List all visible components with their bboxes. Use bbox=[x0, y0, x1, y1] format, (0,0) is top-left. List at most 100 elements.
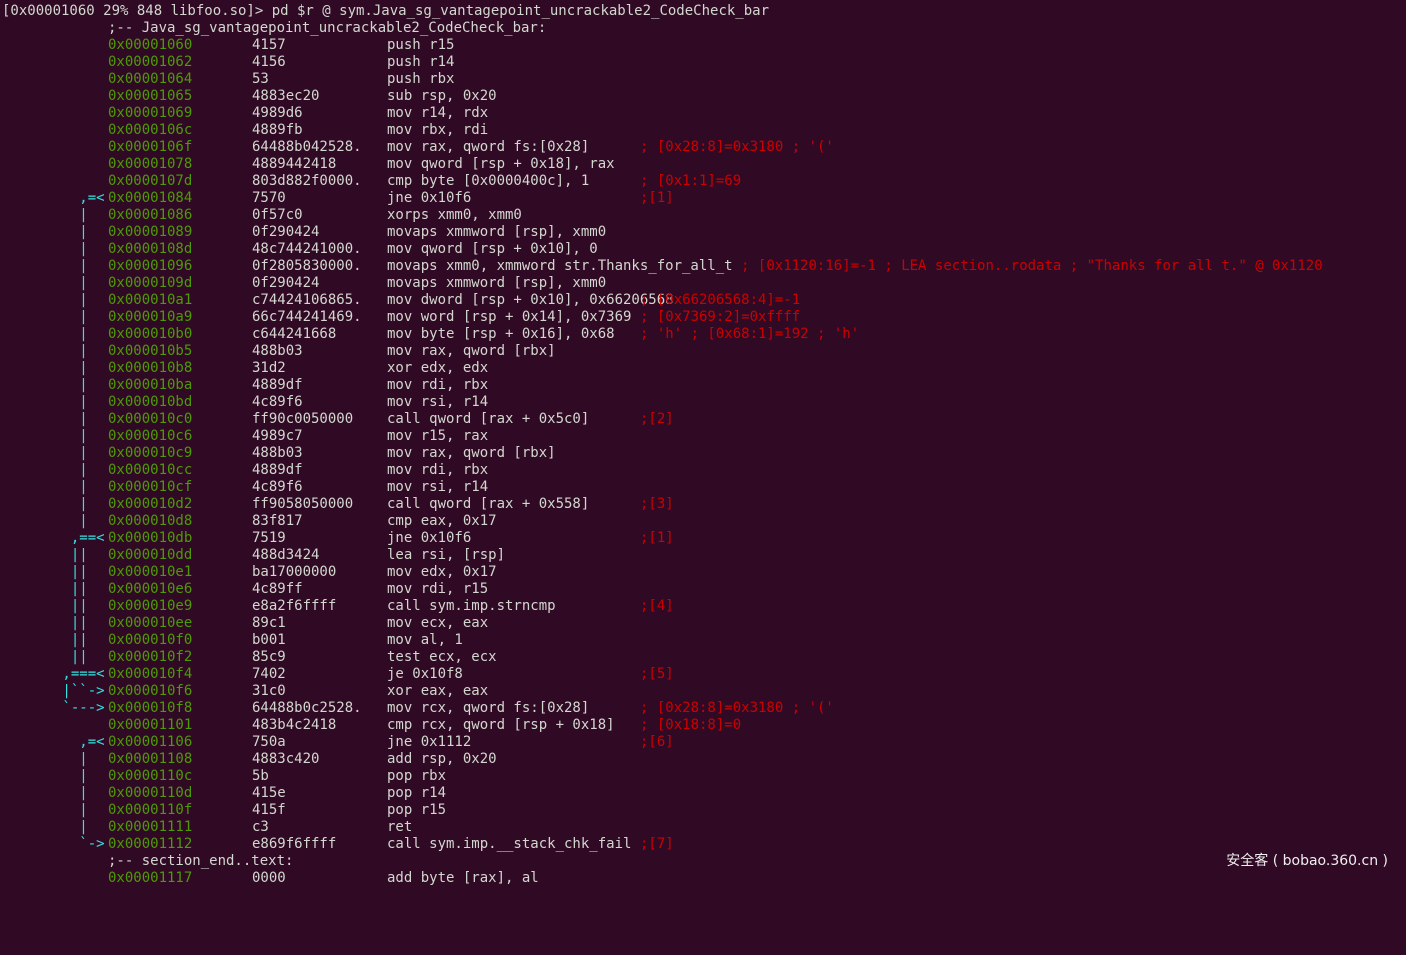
instruction-address: 0x000010d8 bbox=[108, 513, 193, 529]
instruction-bytes: 4156 bbox=[252, 54, 286, 70]
disasm-row: || 0x000010dd 488d3424 lea rsi, [rsp] bbox=[0, 547, 1406, 564]
instruction-bytes: 4c89ff bbox=[252, 581, 303, 597]
instruction-address: 0x000010b0 bbox=[108, 326, 193, 342]
instruction-bytes: 488d3424 bbox=[252, 547, 320, 563]
instruction-comment: ;[7] bbox=[640, 836, 674, 852]
disasm-row: ,==< 0x000010db 7519 jne 0x10f6 ;[1] bbox=[0, 530, 1406, 547]
instruction-address: 0x00001065 bbox=[108, 88, 193, 104]
disasm-row: | 0x000010ba 4889df mov rdi, rbx bbox=[0, 377, 1406, 394]
instruction-address: 0x000010e6 bbox=[108, 581, 193, 597]
flow-arrow: | bbox=[54, 802, 88, 818]
instruction-address: 0x000010f8 bbox=[108, 700, 193, 716]
disasm-row: | 0x0000109d 0f290424 movaps xmmword [rsp],… bbox=[0, 275, 1406, 292]
instruction-text: pop r14 bbox=[387, 785, 447, 801]
instruction-bytes: 31c0 bbox=[252, 683, 286, 699]
instruction-text: movaps xmmword [rsp], xmm0 bbox=[387, 275, 607, 291]
instruction-comment: ; [0x1120:16]=-1 ; LEA section..rodata ;… bbox=[741, 258, 1323, 274]
disasm-row: | 0x000010a9 66c744241469. mov word [rsp + … bbox=[0, 309, 1406, 326]
disasm-row: 0x0000106c 4889fb mov rbx, rdi bbox=[0, 122, 1406, 139]
disasm-row: | 0x00001086 0f57c0 xorps xmm0, xmm0 bbox=[0, 207, 1406, 224]
disasm-row: | 0x000010d8 83f817 cmp eax, 0x17 bbox=[0, 513, 1406, 530]
flow-arrow: | bbox=[54, 224, 88, 240]
r2-prompt: [0x00001060 29% 848 libfoo.so]> pd $r @ … bbox=[2, 3, 770, 19]
flow-arrow: | bbox=[54, 768, 88, 784]
disasm-row: | 0x0000110c 5b pop rbx bbox=[0, 768, 1406, 785]
instruction-address: 0x000010cf bbox=[108, 479, 193, 495]
instruction-address: 0x00001111 bbox=[108, 819, 193, 835]
instruction-text: mov word [rsp + 0x14], 0x7369 bbox=[387, 309, 632, 325]
instruction-comment: ;[1] bbox=[640, 530, 674, 546]
instruction-address: 0x0000106c bbox=[108, 122, 193, 138]
instruction-text: mov qword [rsp + 0x18], rax bbox=[387, 156, 615, 172]
disasm-row: | 0x000010d2 ff9058050000 call qword [rax +… bbox=[0, 496, 1406, 513]
instruction-text: call sym.imp.strncmp bbox=[387, 598, 556, 614]
flow-arrow: || bbox=[54, 632, 88, 648]
instruction-text: cmp rcx, qword [rsp + 0x18] bbox=[387, 717, 615, 733]
instruction-text: mov qword [rsp + 0x10], 0 bbox=[387, 241, 598, 257]
instruction-address: 0x000010cc bbox=[108, 462, 193, 478]
disasm-row: | 0x00001111 c3 ret bbox=[0, 819, 1406, 836]
flow-arrow: | bbox=[54, 275, 88, 291]
instruction-comment: ; [0x18:8]=0 bbox=[640, 717, 742, 733]
disasm-row: | 0x000010bd 4c89f6 mov rsi, r14 bbox=[0, 394, 1406, 411]
flow-arrow: | bbox=[54, 751, 88, 767]
instruction-bytes: 83f817 bbox=[252, 513, 303, 529]
instruction-text: mov rax, qword fs:[0x28] bbox=[387, 139, 590, 155]
flow-arrow: | bbox=[54, 258, 88, 274]
flow-arrow: | bbox=[54, 326, 88, 342]
instruction-text: mov rax, qword [rbx] bbox=[387, 343, 556, 359]
instruction-text: add byte [rax], al bbox=[387, 870, 539, 886]
instruction-text: call qword [rax + 0x558] bbox=[387, 496, 590, 512]
disasm-row: 0x0000106f 64488b042528. mov rax, qword fs… bbox=[0, 139, 1406, 156]
instruction-bytes: 4989c7 bbox=[252, 428, 303, 444]
instruction-text: pop r15 bbox=[387, 802, 447, 818]
instruction-address: 0x000010e9 bbox=[108, 598, 193, 614]
disasm-row: 0x0000107d 803d882f0000. cmp byte [0x00004… bbox=[0, 173, 1406, 190]
section-end-label: ;-- section_end..text: bbox=[108, 853, 294, 869]
disassembly-listing: 0x00001060 4157 push r15 0x00001062 4156 push… bbox=[0, 37, 1406, 853]
disasm-row: 0x00001078 4889442418 mov qword [rsp + 0x1… bbox=[0, 156, 1406, 173]
instruction-text: mov rdi, r15 bbox=[387, 581, 489, 597]
instruction-text: mov al, 1 bbox=[387, 632, 463, 648]
flow-arrow: | bbox=[54, 377, 88, 393]
instruction-text: mov byte [rsp + 0x16], 0x68 bbox=[387, 326, 615, 342]
flow-arrow: || bbox=[54, 615, 88, 631]
instruction-address: 0x00001069 bbox=[108, 105, 193, 121]
instruction-text: movaps xmmword [rsp], xmm0 bbox=[387, 224, 607, 240]
instruction-text: mov r14, rdx bbox=[387, 105, 489, 121]
flow-arrow: | bbox=[54, 309, 88, 325]
instruction-address: 0x000010ba bbox=[108, 377, 193, 393]
flow-arrow: | bbox=[54, 513, 88, 529]
instruction-address: 0x000010c9 bbox=[108, 445, 193, 461]
instruction-address: 0x00001096 bbox=[108, 258, 193, 274]
flow-arrow: || bbox=[54, 581, 88, 597]
disasm-row: | 0x0000110d 415e pop r14 bbox=[0, 785, 1406, 802]
instruction-address: 0x0000110d bbox=[108, 785, 193, 801]
flow-arrow: |``-> bbox=[54, 683, 105, 699]
instruction-text: mov rdi, rbx bbox=[387, 462, 489, 478]
instruction-text: je 0x10f8 bbox=[387, 666, 463, 682]
instruction-text: xorps xmm0, xmm0 bbox=[387, 207, 522, 223]
instruction-address: 0x00001078 bbox=[108, 156, 193, 172]
instruction-text: mov r15, rax bbox=[387, 428, 489, 444]
flow-arrow: `---> bbox=[54, 700, 105, 716]
instruction-bytes: 4883c420 bbox=[252, 751, 320, 767]
instruction-bytes: e8a2f6ffff bbox=[252, 598, 337, 614]
instruction-text: jne 0x10f6 bbox=[387, 190, 472, 206]
instruction-text: push r14 bbox=[387, 54, 455, 70]
terminal-window[interactable]: [0x00001060 29% 848 libfoo.so]> pd $r @ … bbox=[0, 3, 1406, 887]
instruction-bytes: 4989d6 bbox=[252, 105, 303, 121]
instruction-text: mov ecx, eax bbox=[387, 615, 489, 631]
disasm-row: 0x00001064 53 push rbx bbox=[0, 71, 1406, 88]
flow-arrow: | bbox=[54, 394, 88, 410]
disasm-row: |``-> 0x000010f6 31c0 xor eax, eax bbox=[0, 683, 1406, 700]
instruction-text: movaps xmm0, xmmword str.Thanks_for_all_… bbox=[387, 258, 733, 274]
instruction-bytes: 0f290424 bbox=[252, 275, 320, 291]
disasm-row: | 0x000010b5 488b03 mov rax, qword [rbx] bbox=[0, 343, 1406, 360]
instruction-address: 0x00001108 bbox=[108, 751, 193, 767]
instruction-bytes: 64488b0c2528. bbox=[252, 700, 362, 716]
instruction-address: 0x000010dd bbox=[108, 547, 193, 563]
instruction-bytes: 4889df bbox=[252, 462, 303, 478]
flow-arrow: | bbox=[54, 479, 88, 495]
instruction-address: 0x000010ee bbox=[108, 615, 193, 631]
